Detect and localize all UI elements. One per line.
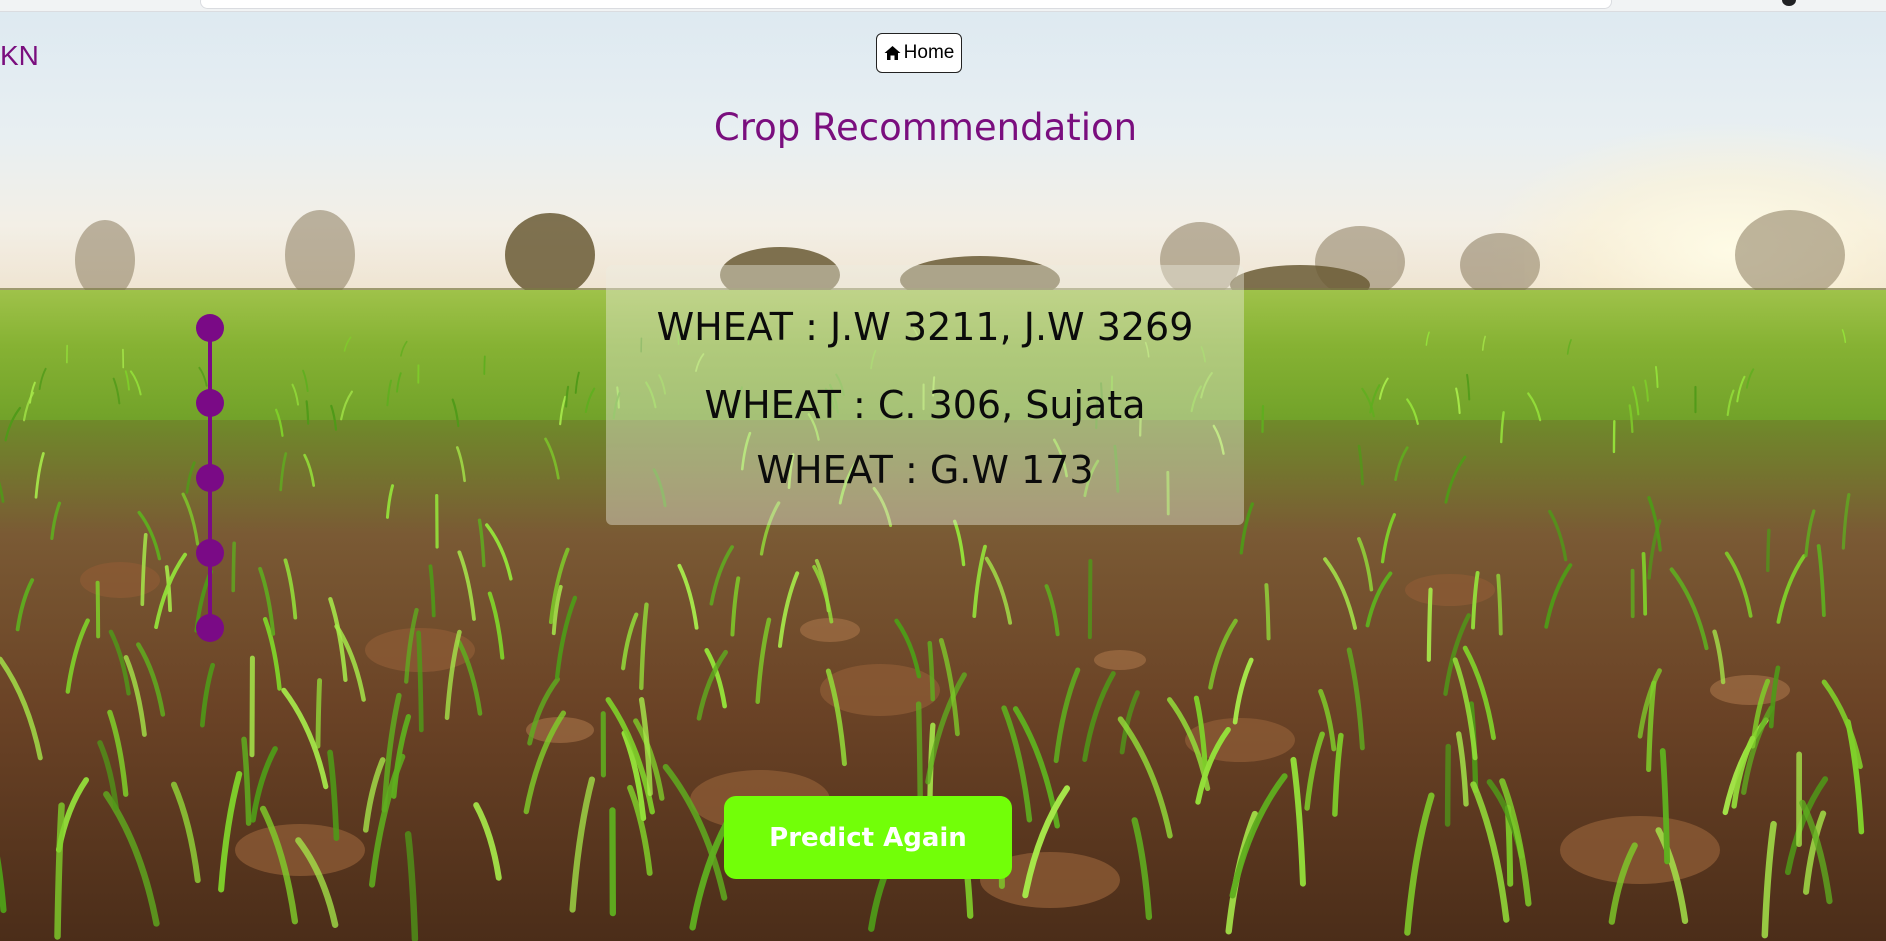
recommendation-item: WHEAT : C. 306, Sujata [704,383,1146,427]
stepper-dot[interactable] [196,389,224,417]
page-title: Crop Recommendation [713,106,1138,149]
stepper-dot[interactable] [196,464,224,492]
recommendation-item: WHEAT : G.W 173 [756,448,1094,492]
profile-avatar[interactable] [1782,0,1796,6]
brand-logo[interactable]: KN [0,40,39,72]
recommendation-item: WHEAT : J.W 3211, J.W 3269 [656,305,1194,349]
stepper-dot[interactable] [196,314,224,342]
stepper-dot[interactable] [196,539,224,567]
stepper-dot[interactable] [196,614,224,642]
predict-again-button[interactable]: Predict Again [724,796,1012,879]
home-button-label: Home [903,42,955,63]
browser-toolbar [0,0,1886,12]
page: KN Home Crop Recommendation WHEAT : J.W … [0,0,1886,941]
progress-stepper [195,312,225,644]
home-button[interactable]: Home [876,33,962,73]
home-icon [884,46,901,60]
address-bar[interactable] [200,0,1612,9]
recommendation-card: WHEAT : J.W 3211, J.W 3269 WHEAT : C. 30… [606,265,1244,525]
